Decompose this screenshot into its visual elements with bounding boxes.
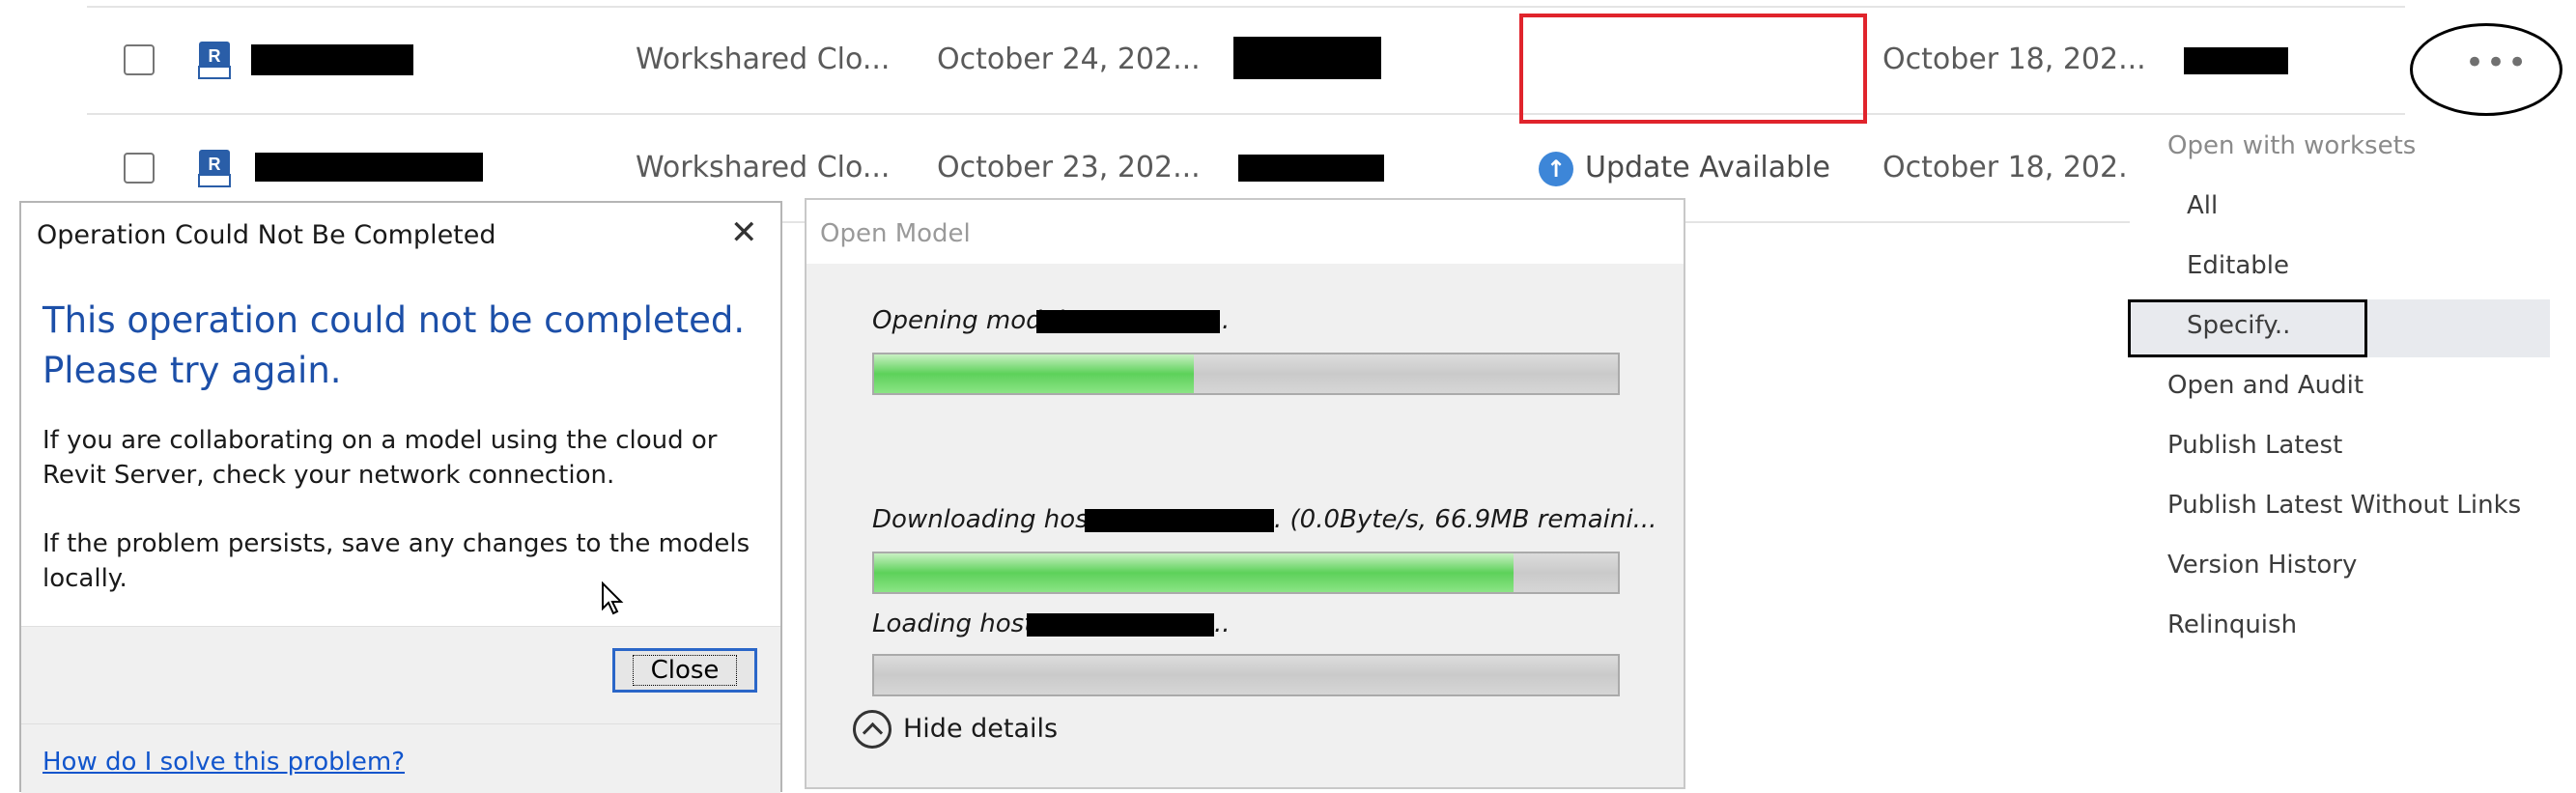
hide-details-button[interactable]: Hide details — [903, 714, 1058, 744]
more-options-icon[interactable]: ••• — [2465, 46, 2529, 79]
model-type-cell: Workshared Clo... — [636, 151, 891, 184]
error-dialog: Operation Could Not Be Completed ✕ This … — [19, 201, 782, 793]
row-divider — [87, 113, 2405, 115]
menu-item-editable[interactable]: Editable — [2187, 251, 2289, 280]
revit-file-icon: R — [198, 42, 231, 79]
menu-item-all[interactable]: All — [2187, 191, 2218, 220]
close-button[interactable]: Close — [612, 648, 757, 693]
redacted-host-name — [1027, 613, 1214, 637]
chevron-up-icon[interactable] — [853, 710, 892, 749]
loading-progress-bar — [872, 654, 1620, 696]
redacted-cell — [1233, 37, 1381, 79]
menu-item-publish-latest[interactable]: Publish Latest — [2167, 431, 2342, 460]
menu-item-version-history[interactable]: Version History — [2167, 551, 2357, 580]
svg-text:R: R — [209, 46, 221, 66]
dialog-help-bar: How do I solve this problem? — [21, 723, 780, 793]
svg-text:R: R — [209, 155, 221, 174]
menu-item-publish-latest-without-links[interactable]: Publish Latest Without Links — [2167, 491, 2521, 520]
row-checkbox[interactable] — [124, 153, 155, 184]
dialog-title: Operation Could Not Be Completed — [37, 220, 496, 250]
menu-item-relinquish[interactable]: Relinquish — [2167, 610, 2297, 639]
redacted-filename — [255, 153, 483, 182]
ellipsis: .. — [1214, 609, 1231, 638]
model-type-cell: Workshared Clo... — [636, 42, 891, 76]
period: . — [1222, 306, 1231, 335]
close-icon[interactable]: ✕ — [730, 216, 758, 249]
dialog-titlebar: Open Model — [807, 200, 1684, 264]
revit-file-icon: R — [198, 150, 231, 187]
redacted-filename — [251, 44, 413, 75]
error-message-save: If the problem persists, save any change… — [42, 529, 750, 593]
error-message-network: If you are collaborating on a model usin… — [42, 426, 718, 490]
more-options-menu: Open with worksets All Editable Specify.… — [2128, 116, 2550, 657]
date-cell: October 18, 202... — [1882, 42, 2146, 76]
modified-date-cell: October 24, 202... — [937, 42, 1201, 76]
redacted-model-name — [1036, 310, 1220, 333]
dialog-button-bar: Close — [21, 626, 780, 723]
mouse-cursor-icon — [602, 581, 624, 615]
help-link[interactable]: How do I solve this problem? — [42, 748, 405, 777]
menu-item-open-and-audit[interactable]: Open and Audit — [2167, 371, 2364, 400]
date-cell: October 18, 202... — [1882, 151, 2146, 184]
opening-progress-bar — [872, 353, 1620, 395]
highlight-box — [1519, 14, 1867, 124]
update-arrow-icon: ↑ — [1539, 152, 1573, 186]
download-rate-text: . (0.0Byte/s, 66.9MB remaini... — [1274, 505, 1657, 534]
row-checkbox[interactable] — [124, 44, 155, 75]
progress-fill — [874, 354, 1195, 393]
menu-header-worksets: Open with worksets — [2167, 131, 2417, 160]
open-model-dialog: Open Model Opening model: . Downloading … — [805, 198, 1685, 789]
downloading-host-label: Downloading host: — [872, 505, 1107, 534]
status-update-available: Update Available — [1585, 151, 1830, 184]
downloading-progress-bar — [872, 552, 1620, 594]
menu-item-specify[interactable]: Specify.. — [2187, 311, 2290, 340]
redacted-cell — [1238, 155, 1384, 182]
redacted-host-name — [1085, 509, 1274, 532]
loading-host-label: Loading host: — [872, 609, 1043, 638]
redacted-user — [2184, 47, 2288, 74]
modified-date-cell: October 23, 202... — [937, 151, 1201, 184]
progress-fill — [874, 553, 1514, 592]
dialog-title: Open Model — [820, 219, 971, 248]
row-divider — [87, 6, 2405, 8]
error-heading: This operation could not be completed. P… — [42, 299, 746, 391]
